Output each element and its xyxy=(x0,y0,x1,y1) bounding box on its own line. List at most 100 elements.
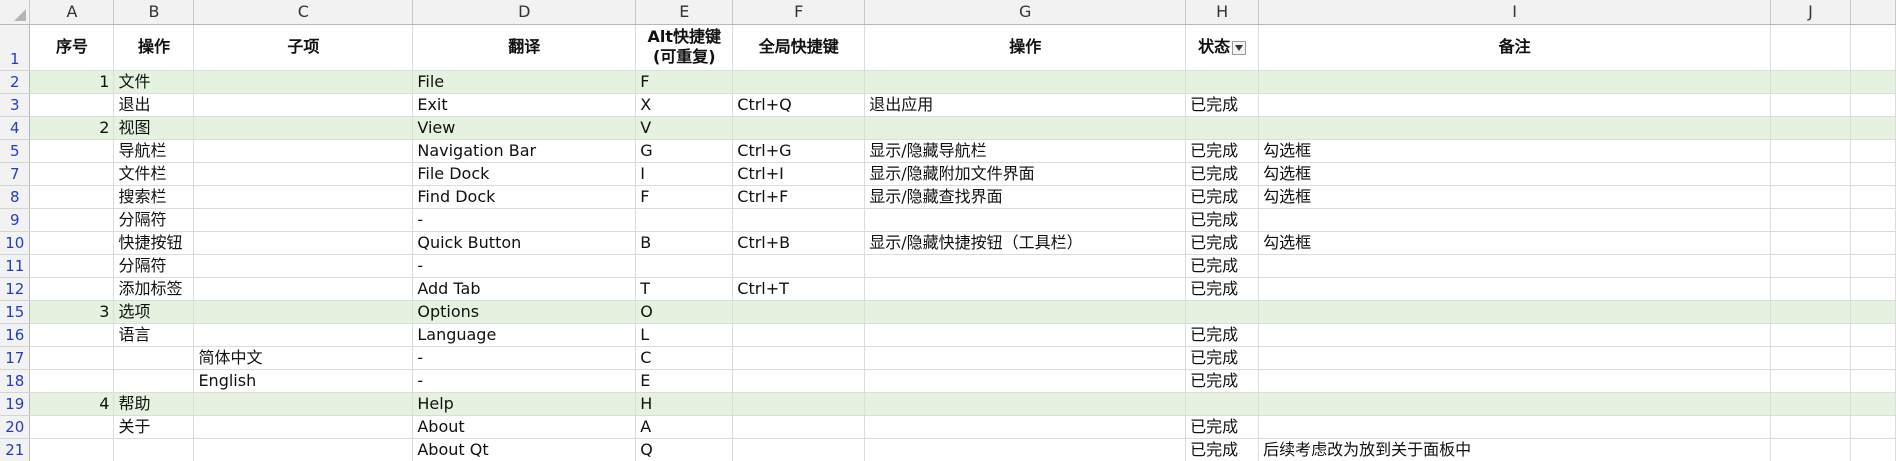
cell-I[interactable] xyxy=(1258,392,1771,416)
cell-C[interactable] xyxy=(193,70,414,94)
cell-G[interactable] xyxy=(864,70,1187,94)
cell-G[interactable]: 显示/隐藏附加文件界面 xyxy=(864,162,1187,186)
cell-D[interactable]: - xyxy=(412,208,637,232)
cell-B[interactable]: 导航栏 xyxy=(113,139,195,163)
cell-A[interactable] xyxy=(29,162,115,186)
header-cell-H[interactable]: 状态 xyxy=(1185,24,1260,71)
cell-D[interactable]: About Qt xyxy=(412,438,637,461)
cell-G[interactable] xyxy=(864,323,1187,347)
row-number[interactable]: 4 xyxy=(0,116,31,140)
cell-F[interactable] xyxy=(732,415,866,439)
cell-F[interactable] xyxy=(732,438,866,461)
row-number[interactable]: 21 xyxy=(0,438,31,461)
cell-J[interactable] xyxy=(1770,438,1851,461)
cell-J[interactable] xyxy=(1770,254,1851,278)
header-cell-C[interactable]: 子项 xyxy=(193,24,414,71)
cell-B[interactable]: 帮助 xyxy=(113,392,195,416)
cell-A[interactable] xyxy=(29,369,115,393)
row-number[interactable]: 18 xyxy=(0,369,31,393)
cell-F[interactable] xyxy=(732,208,866,232)
cell-H[interactable]: 已完成 xyxy=(1185,139,1260,163)
cell-G[interactable] xyxy=(864,300,1187,324)
cell-D[interactable]: - xyxy=(412,346,637,370)
cell-E[interactable]: F xyxy=(635,70,734,94)
row-number[interactable]: 19 xyxy=(0,392,31,416)
cell-A[interactable] xyxy=(29,231,115,255)
cell-A[interactable]: 1 xyxy=(29,70,115,94)
cell-J[interactable] xyxy=(1770,116,1851,140)
cell-E[interactable]: I xyxy=(635,162,734,186)
cell-D[interactable]: - xyxy=(412,254,637,278)
row-number[interactable]: 20 xyxy=(0,415,31,439)
cell-H[interactable] xyxy=(1185,116,1260,140)
cell-I[interactable] xyxy=(1258,369,1771,393)
header-cell-G[interactable]: 操作 xyxy=(864,24,1187,71)
cell-J[interactable] xyxy=(1770,208,1851,232)
cell-D[interactable]: File xyxy=(412,70,637,94)
cell-J[interactable] xyxy=(1770,323,1851,347)
cell-B[interactable]: 关于 xyxy=(113,415,195,439)
cell-F[interactable] xyxy=(732,369,866,393)
cell-I[interactable] xyxy=(1258,93,1771,117)
header-cell-A[interactable]: 序号 xyxy=(29,24,115,71)
cell-C[interactable] xyxy=(193,116,414,140)
cell-J[interactable] xyxy=(1770,346,1851,370)
cell-B[interactable] xyxy=(113,346,195,370)
cell-C[interactable] xyxy=(193,392,414,416)
cell-E[interactable]: O xyxy=(635,300,734,324)
cell-C[interactable] xyxy=(193,139,414,163)
cell-I[interactable]: 后续考虑改为放到关于面板中 xyxy=(1258,438,1771,461)
cell-G[interactable] xyxy=(864,254,1187,278)
cell-H[interactable]: 已完成 xyxy=(1185,369,1260,393)
cell-H[interactable]: 已完成 xyxy=(1185,162,1260,186)
cell-A[interactable] xyxy=(29,93,115,117)
cell-G[interactable] xyxy=(864,116,1187,140)
cell-G[interactable] xyxy=(864,346,1187,370)
cell-I[interactable] xyxy=(1258,116,1771,140)
column-header-F[interactable]: F xyxy=(732,0,866,25)
cell-F[interactable]: Ctrl+B xyxy=(732,231,866,255)
cell-C[interactable] xyxy=(193,162,414,186)
column-header-D[interactable]: D xyxy=(412,0,637,25)
cell-B[interactable]: 退出 xyxy=(113,93,195,117)
cell-C[interactable]: 简体中文 xyxy=(193,346,414,370)
row-number[interactable]: 12 xyxy=(0,277,31,301)
cell-I[interactable] xyxy=(1258,323,1771,347)
cell-I[interactable] xyxy=(1258,208,1771,232)
cell-C[interactable] xyxy=(193,93,414,117)
cell-H[interactable]: 已完成 xyxy=(1185,323,1260,347)
cell-A[interactable]: 3 xyxy=(29,300,115,324)
header-cell-J[interactable] xyxy=(1770,24,1851,71)
cell-J[interactable] xyxy=(1770,300,1851,324)
cell-B[interactable]: 快捷按钮 xyxy=(113,231,195,255)
row-number[interactable]: 7 xyxy=(0,162,31,186)
cell-C[interactable]: English xyxy=(193,369,414,393)
cell-E[interactable]: F xyxy=(635,185,734,209)
cell-D[interactable]: Add Tab xyxy=(412,277,637,301)
cell-I[interactable] xyxy=(1258,254,1771,278)
row-number[interactable]: 17 xyxy=(0,346,31,370)
column-header-G[interactable]: G xyxy=(864,0,1187,25)
cell-F[interactable] xyxy=(732,346,866,370)
cell-E[interactable]: A xyxy=(635,415,734,439)
cell-G[interactable]: 显示/隐藏快捷按钮（工具栏） xyxy=(864,231,1187,255)
cell-D[interactable]: Help xyxy=(412,392,637,416)
cell-B[interactable]: 语言 xyxy=(113,323,195,347)
cell-J[interactable] xyxy=(1770,231,1851,255)
cell-H[interactable]: 已完成 xyxy=(1185,185,1260,209)
row-number[interactable]: 11 xyxy=(0,254,31,278)
cell-F[interactable]: Ctrl+T xyxy=(732,277,866,301)
cell-B[interactable]: 分隔符 xyxy=(113,254,195,278)
cell-B[interactable]: 分隔符 xyxy=(113,208,195,232)
cell-H[interactable]: 已完成 xyxy=(1185,415,1260,439)
cell-A[interactable] xyxy=(29,208,115,232)
cell-C[interactable] xyxy=(193,185,414,209)
cell-F[interactable]: Ctrl+Q xyxy=(732,93,866,117)
cell-A[interactable] xyxy=(29,415,115,439)
cell-I[interactable]: 勾选框 xyxy=(1258,139,1771,163)
cell-D[interactable]: View xyxy=(412,116,637,140)
cell-H[interactable] xyxy=(1185,392,1260,416)
cell-B[interactable]: 选项 xyxy=(113,300,195,324)
cell-A[interactable]: 4 xyxy=(29,392,115,416)
cell-H[interactable]: 已完成 xyxy=(1185,277,1260,301)
